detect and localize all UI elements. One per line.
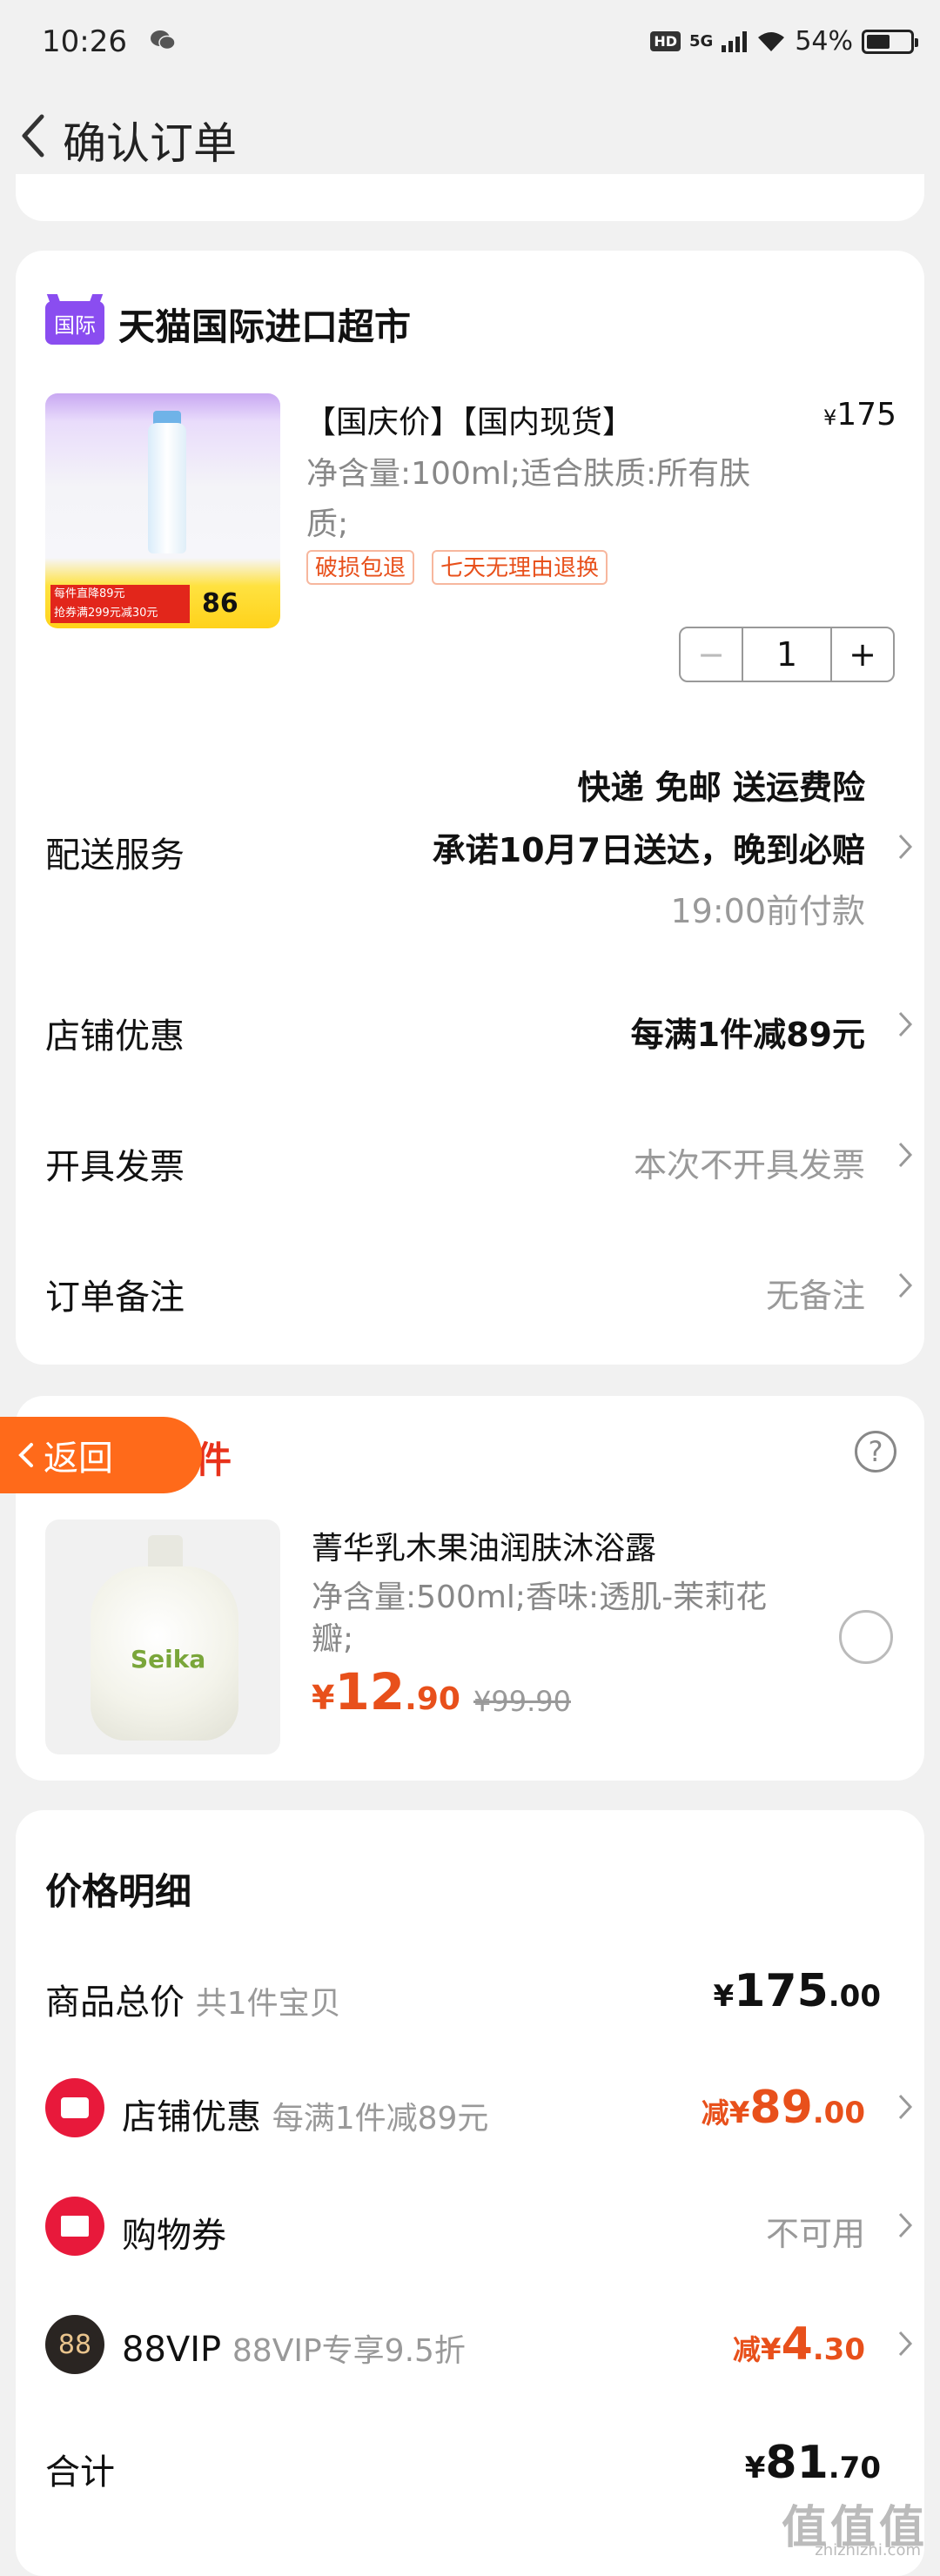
delivery-label: 配送服务 xyxy=(45,835,185,875)
remark-chevron-icon[interactable] xyxy=(896,1271,914,1300)
back-arrow-icon[interactable] xyxy=(12,110,54,162)
shop-discount-chevron-icon[interactable] xyxy=(896,1010,914,1039)
product-image-tag-line2: 抢券满299元减30元 xyxy=(54,607,158,620)
chip-seven-day-return: 七天无理由退换 xyxy=(432,550,608,585)
recommend-price-dec: .90 xyxy=(405,1681,460,1717)
vip-discount-prefix: 减 xyxy=(732,2333,761,2366)
vip-discount-amount: 减¥4.30 xyxy=(733,2318,865,2371)
watermark-sub: zhizhizhi.com xyxy=(815,2541,921,2559)
recommend-price-int: 12 xyxy=(334,1662,406,1721)
address-card-bottom xyxy=(16,174,924,221)
sum-currency: ¥ xyxy=(744,2451,766,2485)
recommend-price-currency: ¥ xyxy=(312,1679,335,1717)
product-image-number: 86 xyxy=(202,588,238,619)
recommend-brand: Seika xyxy=(131,1645,206,1674)
back-chevron-icon xyxy=(18,1443,33,1467)
help-icon[interactable]: ? xyxy=(855,1431,896,1472)
shop-discount-value[interactable]: 每满1件减89元 xyxy=(631,1008,865,1056)
invoice-value[interactable]: 本次不开具发票 xyxy=(634,1138,865,1186)
total-price-value: ¥175.00 xyxy=(714,1965,881,2017)
hd-icon: HD xyxy=(650,31,681,51)
remark-value[interactable]: 无备注 xyxy=(766,1269,865,1317)
shop-discount-label: 店铺优惠 xyxy=(45,1016,185,1057)
total-price-row: 商品总价 共1件宝贝 xyxy=(45,1974,341,2024)
shop-discount-row-sub: 每满1件减89元 xyxy=(272,2101,489,2137)
battery-fill xyxy=(867,34,890,49)
back-pill-button[interactable]: 返回 xyxy=(0,1417,202,1493)
sum-int: 81 xyxy=(765,2437,829,2489)
sum-label: 合计 xyxy=(45,2452,115,2492)
delivery-line3: 19:00前付款 xyxy=(670,892,865,930)
coupon-icon-inner xyxy=(61,2216,89,2237)
vip-88-icon: 88 xyxy=(45,2315,104,2374)
wechat-icon xyxy=(151,30,176,50)
sum-dec: .70 xyxy=(828,2451,881,2485)
delivery-line2[interactable]: 承诺10月7日送达，晚到必赔 xyxy=(433,823,865,871)
store-name[interactable]: 天猫国际进口超市 xyxy=(118,298,411,351)
product-title[interactable]: 【国庆价】【国内现货】 xyxy=(305,397,634,442)
product-price-value: 175 xyxy=(836,397,896,433)
shop-discount-int: 89 xyxy=(749,2082,813,2134)
invoice-label: 开具发票 xyxy=(45,1147,185,1187)
vip-row-sub: 88VIP专享9.5折 xyxy=(232,2333,466,2369)
shop-discount-row-chevron-icon[interactable] xyxy=(896,2092,914,2122)
battery-percent: 54% xyxy=(795,26,853,57)
signal-icon xyxy=(722,30,748,52)
battery-icon xyxy=(862,29,918,54)
shop-discount-dec: .00 xyxy=(812,2096,865,2130)
shop-discount-row[interactable]: 店铺优惠 每满1件减89元 xyxy=(122,2089,488,2139)
price-detail-title: 价格明细 xyxy=(45,1870,192,1913)
back-pill-label: 返回 xyxy=(44,1439,113,1479)
sum-value: ¥81.70 xyxy=(745,2437,881,2489)
recommend-original-price: ¥99.90 xyxy=(473,1685,571,1718)
page-title: 确认订单 xyxy=(63,118,237,169)
coupon-label[interactable]: 购物券 xyxy=(122,2207,226,2257)
chip-damage-return: 破损包退 xyxy=(306,550,415,585)
total-price-currency: ¥ xyxy=(713,1979,735,2014)
total-price-dec: .00 xyxy=(828,1979,881,2014)
total-price-int: 175 xyxy=(734,1965,829,2017)
remark-label: 订单备注 xyxy=(45,1278,185,1318)
coupon-chevron-icon[interactable] xyxy=(896,2210,914,2240)
product-image-tag-line1: 每件直降89元 xyxy=(54,587,125,600)
delivery-chevron-icon[interactable] xyxy=(896,832,914,862)
coupon-value[interactable]: 不可用 xyxy=(766,2207,865,2255)
recommend-product-price: ¥12.90 xyxy=(312,1662,460,1721)
vip-discount-int: 4 xyxy=(781,2318,813,2371)
quantity-plus-button[interactable]: + xyxy=(830,628,893,681)
shop-discount-row-label: 店铺优惠 xyxy=(122,2097,261,2137)
wifi-icon xyxy=(758,31,785,51)
shop-discount-prefix: 减 xyxy=(701,2096,729,2130)
recommend-select-radio[interactable] xyxy=(839,1610,893,1664)
product-price-currency: ¥ xyxy=(823,406,837,430)
total-price-sub: 共1件宝贝 xyxy=(195,1986,341,2022)
invoice-chevron-icon[interactable] xyxy=(896,1140,914,1170)
vip-chevron-icon[interactable] xyxy=(896,2329,914,2358)
quantity-minus-button[interactable]: − xyxy=(681,628,743,681)
product-price: ¥175 xyxy=(823,397,896,433)
vip-row-label: 88VIP xyxy=(122,2330,222,2370)
recommend-product-spec: 净含量:500ml;香味:透肌-茉莉花瓣; xyxy=(312,1580,768,1657)
network-label: 5G xyxy=(689,32,714,50)
vip-discount-dec: .30 xyxy=(812,2332,865,2367)
status-time: 10:26 xyxy=(42,24,127,59)
recommend-product-name[interactable]: 菁华乳木果油润肤沐浴露 xyxy=(312,1523,656,1568)
total-price-label: 商品总价 xyxy=(45,1982,185,2023)
shop-discount-icon xyxy=(45,2078,104,2137)
quantity-value[interactable]: 1 xyxy=(743,628,830,681)
product-bottle xyxy=(148,423,186,553)
quantity-stepper: − 1 + xyxy=(679,627,895,682)
shop-discount-icon-inner xyxy=(61,2097,89,2118)
product-image-tag: 每件直降89元 抢券满299元减30元 xyxy=(50,585,190,623)
product-spec: 净含量:100ml;适合肤质:所有肤质; xyxy=(306,456,751,542)
store-logo: 国际 xyxy=(45,301,104,345)
shop-discount-amount: 减¥89.00 xyxy=(702,2082,865,2134)
vip-row[interactable]: 88VIP 88VIP专享9.5折 xyxy=(122,2325,466,2371)
vip-discount-currency: ¥ xyxy=(760,2332,782,2367)
coupon-icon xyxy=(45,2197,104,2256)
delivery-line1[interactable]: 快递 免邮 送运费险 xyxy=(578,761,865,808)
shop-discount-currency: ¥ xyxy=(728,2096,750,2130)
status-right: HD 5G 54% xyxy=(650,26,918,57)
